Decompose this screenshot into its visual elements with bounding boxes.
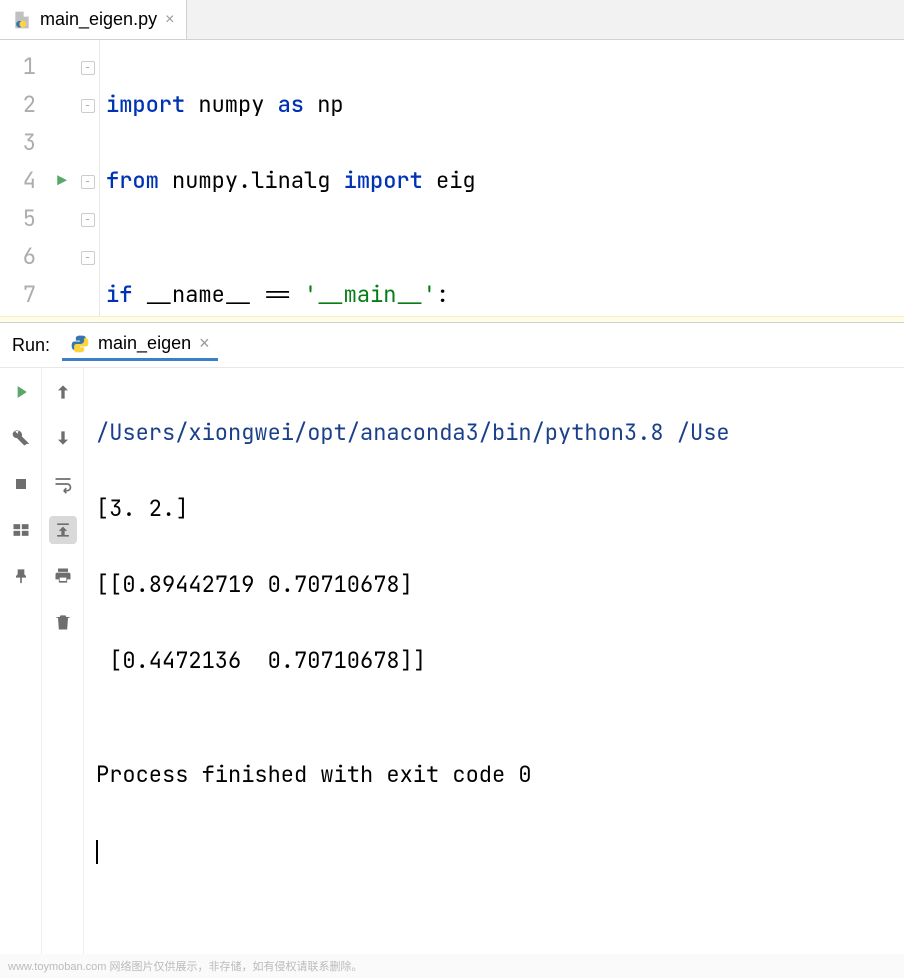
- python-file-icon: [12, 10, 32, 30]
- code-content[interactable]: import numpy as np from numpy.linalg imp…: [100, 40, 904, 316]
- line-number: 4: [0, 162, 36, 200]
- footer-watermark: www.toymoban.com 网络图片仅供展示，非存储，如有侵权请联系删除。: [0, 954, 904, 978]
- pin-icon[interactable]: [7, 562, 35, 590]
- run-toolbar-secondary: [42, 368, 84, 954]
- line-number: 5: [0, 200, 36, 238]
- print-icon[interactable]: [49, 562, 77, 590]
- line-number: 1: [0, 48, 36, 86]
- run-line-icon[interactable]: ▶: [48, 162, 76, 200]
- output-line: [0.4472136 0.70710678]]: [96, 642, 892, 680]
- wrench-icon[interactable]: [7, 424, 35, 452]
- rerun-button[interactable]: [7, 378, 35, 406]
- interpreter-path: /Users/xiongwei/opt/anaconda3/bin/python…: [96, 418, 730, 447]
- run-panel-header: Run: main_eigen ×: [0, 323, 904, 368]
- run-config-tab[interactable]: main_eigen ×: [62, 329, 218, 361]
- output-line: Process finished with exit code 0: [96, 756, 892, 794]
- stop-button[interactable]: [7, 470, 35, 498]
- line-number: 2: [0, 86, 36, 124]
- fold-icon[interactable]: −: [81, 61, 95, 75]
- editor-tab-bar: main_eigen.py ×: [0, 0, 904, 40]
- cursor: [96, 840, 98, 864]
- console-output[interactable]: /Users/xiongwei/opt/anaconda3/bin/python…: [84, 368, 904, 954]
- down-arrow-icon[interactable]: [49, 424, 77, 452]
- fold-icon[interactable]: −: [81, 213, 95, 227]
- run-gutter: ▶: [48, 40, 76, 316]
- tab-filename: main_eigen.py: [40, 9, 157, 30]
- line-number: 6: [0, 238, 36, 276]
- editor-tab[interactable]: main_eigen.py ×: [0, 0, 187, 39]
- close-icon[interactable]: ×: [199, 333, 210, 354]
- soft-wrap-icon[interactable]: [49, 470, 77, 498]
- fold-icon[interactable]: −: [81, 99, 95, 113]
- fold-gutter: − − − − − −: [76, 40, 100, 316]
- run-tool-window: Run: main_eigen ×: [0, 322, 904, 954]
- line-number: 3: [0, 124, 36, 162]
- line-number: 7: [0, 276, 36, 314]
- run-panel-title: Run:: [12, 335, 50, 356]
- run-toolbar-primary: [0, 368, 42, 954]
- output-line: [3. 2.]: [96, 490, 892, 528]
- run-tab-name: main_eigen: [98, 333, 191, 354]
- fold-icon[interactable]: −: [81, 251, 95, 265]
- up-arrow-icon[interactable]: [49, 378, 77, 406]
- code-editor[interactable]: 1 2 3 4 5 6 7 8 9 10 11 ▶ − − − − − − im…: [0, 40, 904, 316]
- scroll-to-end-icon[interactable]: [49, 516, 77, 544]
- layout-icon[interactable]: [7, 516, 35, 544]
- python-icon: [70, 334, 90, 354]
- line-number-gutter: 1 2 3 4 5 6 7 8 9 10 11: [0, 40, 48, 316]
- trash-icon[interactable]: [49, 608, 77, 636]
- output-line: [[0.89442719 0.70710678]: [96, 566, 892, 604]
- close-icon[interactable]: ×: [165, 11, 174, 29]
- fold-icon[interactable]: −: [81, 175, 95, 189]
